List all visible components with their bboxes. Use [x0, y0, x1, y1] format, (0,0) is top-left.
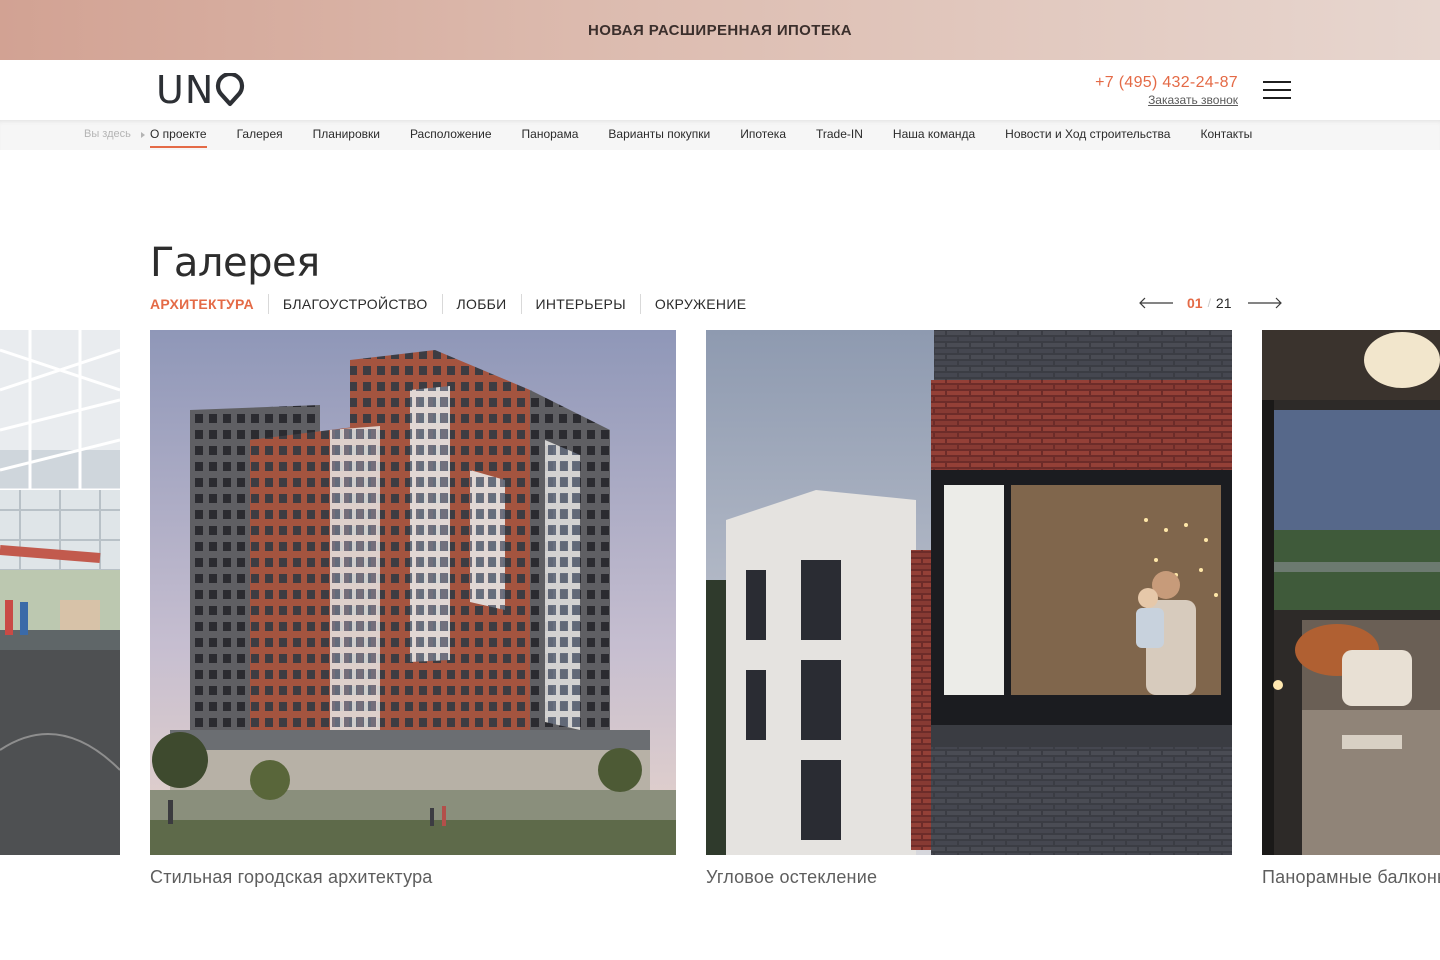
gallery-slide-balconies[interactable] — [1262, 330, 1440, 855]
gallery-slide-architecture[interactable] — [150, 330, 676, 855]
nav-item-gallery[interactable]: Галерея — [237, 120, 283, 148]
gallery-pager: 01 / 21 — [1138, 292, 1283, 314]
callback-link[interactable]: Заказать звонок — [1095, 93, 1238, 107]
phone-number[interactable]: +7 (495) 432-24-87 — [1095, 74, 1238, 92]
tab-surroundings[interactable]: Окружение — [639, 294, 760, 314]
phone-block: +7 (495) 432-24-87 Заказать звонок — [1095, 74, 1238, 107]
tab-architecture[interactable]: Архитектура — [150, 294, 268, 314]
nav-item-team[interactable]: Наша команда — [893, 120, 975, 148]
nav-item-news[interactable]: Новости и Ход строительства — [1005, 120, 1170, 148]
slide-caption: Угловое остекление — [706, 867, 878, 887]
pager-total: 21 — [1215, 295, 1232, 311]
nav-item-layouts[interactable]: Планировки — [313, 120, 380, 148]
playground-image — [0, 330, 120, 855]
promo-text: НОВАЯ РАСШИРЕННАЯ ИПОТЕКА — [587, 21, 853, 39]
location-pin-icon — [216, 73, 245, 107]
tab-landscaping[interactable]: Благоустройство — [267, 294, 442, 314]
menu-burger-icon[interactable] — [1263, 81, 1291, 99]
page-title: Галерея — [150, 239, 320, 286]
arrow-left-icon[interactable] — [1138, 297, 1174, 309]
you-are-here-label: Вы здесь — [84, 128, 131, 140]
pager-current: 01 — [1187, 295, 1203, 311]
slide-caption: Стильная городская архитектура — [150, 867, 433, 887]
nav-item-purchase-options[interactable]: Варианты покупки — [608, 120, 710, 148]
tab-lobby[interactable]: Лобби — [441, 294, 521, 314]
slide-caption: Панорамные балконы — [1262, 867, 1440, 887]
gallery-slide-playground[interactable] — [0, 330, 120, 855]
building-exterior-image — [150, 330, 676, 855]
nav-item-location[interactable]: Расположение — [410, 120, 492, 148]
corner-glazing-image — [706, 330, 1232, 855]
nav-item-panorama[interactable]: Панорама — [522, 120, 579, 148]
logo-text: UN — [156, 68, 215, 112]
balcony-interior-image — [1262, 330, 1440, 855]
section-nav-links: О проекте Галерея Планировки Расположение Па… — [150, 120, 1290, 150]
tab-interiors[interactable]: Интерьеры — [520, 294, 640, 314]
site-logo[interactable]: UN — [156, 68, 245, 112]
arrow-right-icon[interactable] — [1247, 297, 1283, 309]
nav-item-mortgage[interactable]: Ипотека — [740, 120, 786, 148]
promo-banner[interactable]: НОВАЯ РАСШИРЕННАЯ ИПОТЕКА — [0, 0, 1440, 60]
nav-item-contacts[interactable]: Контакты — [1200, 120, 1252, 148]
section-nav: Вы здесь О проекте Галерея Планировки Распо… — [0, 120, 1440, 150]
gallery-slide-corner-glazing[interactable] — [706, 330, 1232, 855]
gallery-tabs: Архитектура Благоустройство Лобби Интерь… — [150, 294, 760, 314]
breadcrumb-arrow-icon — [141, 132, 145, 138]
nav-item-about[interactable]: О проекте — [150, 120, 207, 148]
pager-separator: / — [1207, 296, 1211, 310]
nav-item-trade-in[interactable]: Trade-IN — [816, 120, 863, 148]
